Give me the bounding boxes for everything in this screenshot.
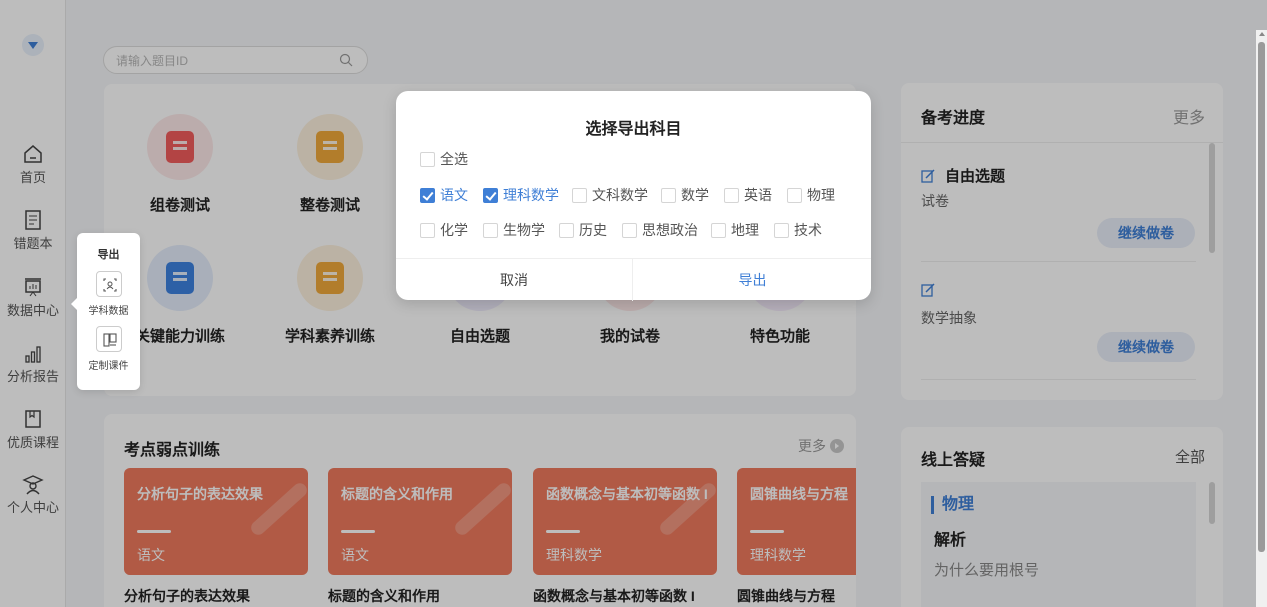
export-subject-dialog: 选择导出科目 全选 语文 理科数学 文科数学 数学 英语 物理 化学 生物学 历…	[396, 91, 871, 301]
checkbox-box[interactable]	[420, 188, 435, 203]
checkbox-label: 语文	[440, 187, 468, 203]
checkbox-geography[interactable]: 地理	[711, 220, 759, 240]
checkbox-label: 技术	[794, 222, 822, 238]
checkbox-box[interactable]	[774, 223, 789, 238]
checkbox-science-math[interactable]: 理科数学	[483, 185, 559, 205]
checkbox-label: 数学	[681, 187, 709, 203]
checkbox-label: 化学	[440, 222, 468, 238]
checkbox-box[interactable]	[572, 188, 587, 203]
checkbox-label: 物理	[807, 187, 835, 203]
checkbox-chinese[interactable]: 语文	[420, 185, 468, 205]
checkbox-label: 历史	[579, 222, 607, 238]
checkbox-label: 英语	[744, 187, 772, 203]
checkbox-politics[interactable]: 思想政治	[622, 220, 698, 240]
scroll-up-icon[interactable]	[1259, 32, 1265, 36]
scrollbar-thumb[interactable]	[1258, 42, 1265, 552]
page-scrollbar[interactable]	[1256, 30, 1267, 607]
courseware-icon[interactable]	[95, 326, 122, 352]
scan-icon[interactable]	[95, 271, 122, 297]
checkbox-box[interactable]	[622, 223, 637, 238]
checkbox-box[interactable]	[787, 188, 802, 203]
dialog-footer: 取消 导出	[396, 258, 871, 301]
popover-title: 导出	[97, 249, 120, 261]
checkbox-box[interactable]	[661, 188, 676, 203]
popover-item-courseware[interactable]: 定制课件	[77, 357, 140, 372]
checkbox-box[interactable]	[420, 152, 435, 167]
checkbox-arts-math[interactable]: 文科数学	[572, 185, 648, 205]
checkbox-math[interactable]: 数学	[661, 185, 709, 205]
checkbox-technology[interactable]: 技术	[774, 220, 822, 240]
checkbox-box[interactable]	[483, 223, 498, 238]
checkbox-history[interactable]: 历史	[559, 220, 607, 240]
checkbox-box[interactable]	[711, 223, 726, 238]
checkbox-biology[interactable]: 生物学	[483, 220, 545, 240]
checkbox-chemistry[interactable]: 化学	[420, 220, 468, 240]
checkbox-select-all[interactable]: 全选	[420, 149, 468, 169]
checkbox-label: 文科数学	[592, 187, 648, 203]
checkbox-label: 理科数学	[503, 187, 559, 203]
checkbox-english[interactable]: 英语	[724, 185, 772, 205]
cancel-button[interactable]: 取消	[396, 259, 633, 301]
checkbox-label: 思想政治	[642, 222, 698, 238]
export-popover: 导出 学科数据 定制课件	[71, 233, 140, 390]
dialog-title: 选择导出科目	[585, 121, 682, 138]
checkbox-label: 全选	[440, 151, 468, 167]
checkbox-label: 生物学	[503, 222, 545, 238]
checkbox-box[interactable]	[420, 223, 435, 238]
checkbox-physics[interactable]: 物理	[787, 185, 835, 205]
popover-item-subject-data[interactable]: 学科数据	[77, 302, 140, 317]
checkbox-box[interactable]	[559, 223, 574, 238]
checkbox-box[interactable]	[483, 188, 498, 203]
export-button[interactable]: 导出	[634, 259, 871, 301]
checkbox-box[interactable]	[724, 188, 739, 203]
checkbox-label: 地理	[731, 222, 759, 238]
